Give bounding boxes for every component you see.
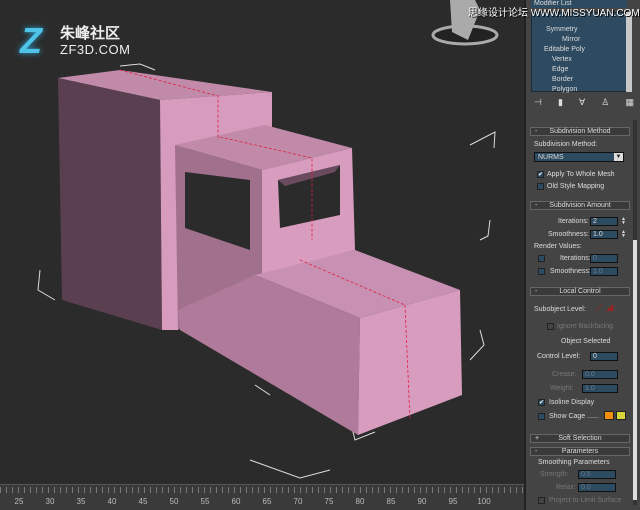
rollout-local-control[interactable]: - Local Control <box>530 287 630 296</box>
spinner-arrows-icon[interactable]: ▲ ▼ <box>621 217 626 226</box>
select-value: NURMS <box>538 154 564 161</box>
apply-whole-mesh-checkbox[interactable]: ✔ <box>537 171 544 178</box>
relax-label: Relax: <box>556 484 576 491</box>
tick-label: 30 <box>45 497 55 506</box>
chevron-down-icon: ▼ <box>614 153 623 161</box>
show-cage-checkbox[interactable] <box>538 413 545 420</box>
cage-color-swatch-2[interactable] <box>616 411 626 420</box>
old-style-mapping-label: Old Style Mapping <box>547 183 605 190</box>
show-cage-label: Show Cage ...... <box>549 413 599 420</box>
show-end-result-icon[interactable]: ▮ <box>558 97 563 109</box>
tick-label: 80 <box>355 497 365 506</box>
render-smoothness-label: Smoothness: <box>550 268 591 275</box>
smoothness-label: Smoothness: <box>548 231 589 238</box>
tick-label: 25 <box>14 497 24 506</box>
spinner-arrows-icon[interactable]: ▲ ▼ <box>621 230 626 239</box>
iterations-label: Iterations: <box>558 218 589 225</box>
rollout-title: Subdivision Method <box>549 128 611 135</box>
tick-label: 60 <box>231 497 241 506</box>
pin-stack-icon[interactable]: ⊣ <box>534 97 542 109</box>
tick-label: 70 <box>293 497 303 506</box>
stack-scrollbar[interactable] <box>626 12 632 92</box>
rollout-subdivision-amount[interactable]: - Subdivision Amount <box>530 201 630 210</box>
crease-spinner[interactable]: 0.0 <box>582 370 618 379</box>
subobject-level-icons[interactable]: ⟋ ◢ <box>596 303 614 314</box>
tick-label: 90 <box>417 497 427 506</box>
watermark-text: 思缘设计论坛 WWW.MISSYUAN.COM <box>468 8 640 19</box>
mesh-model <box>37 63 496 479</box>
render-values-label: Render Values: <box>534 243 582 250</box>
rollout-subdivision-method[interactable]: - Subdivision Method <box>530 127 630 136</box>
site-logo: Z 朱峰社区 ZF3D.COM <box>20 20 150 61</box>
stack-item-edge[interactable]: Edge <box>552 66 568 73</box>
tick-label: 75 <box>324 497 334 506</box>
scrollbar-thumb[interactable] <box>633 240 637 500</box>
timeline-ticks <box>0 487 524 493</box>
iterations-spinner[interactable]: 2 <box>590 217 618 226</box>
isoline-display-checkbox[interactable]: ✔ <box>538 399 545 406</box>
make-unique-icon[interactable]: ∀ <box>579 97 585 109</box>
smoothing-parameters-label: Smoothing Parameters <box>538 459 610 466</box>
tick-label: 95 <box>448 497 458 506</box>
tick-label: 65 <box>262 497 272 506</box>
stack-item-vertex[interactable]: Vertex <box>552 56 572 63</box>
configure-sets-icon[interactable]: ▦ <box>625 97 634 109</box>
cage-color-swatch-1[interactable] <box>604 411 614 420</box>
rollout-soft-selection[interactable]: + Soft Selection <box>530 434 630 443</box>
control-level-spinner[interactable]: 0 <box>590 352 618 361</box>
render-iterations-label: Iterations: <box>560 255 591 262</box>
ignore-backfacing-label: Ignore Backfacing <box>557 323 614 330</box>
stack-item-editable-poly[interactable]: Editable Poly <box>544 46 585 53</box>
strength-label: Strength: <box>540 471 569 478</box>
stack-item-polygon[interactable]: Polygon <box>552 86 577 93</box>
rollout-parameters[interactable]: - Parameters <box>530 447 630 456</box>
subobject-level-label: Subobject Level: <box>534 306 586 313</box>
logo-glyph: Z <box>20 20 42 61</box>
smoothness-spinner[interactable]: 1.0 <box>590 230 618 239</box>
rollout-title: Parameters <box>561 448 599 455</box>
modify-panel: Modifier List Symmetry Mirror Editable P… <box>524 0 640 510</box>
isoline-display-label: Isoline Display <box>549 399 595 406</box>
crease-label: Crease: <box>552 371 577 378</box>
tick-label: 85 <box>386 497 396 506</box>
weight-label: Weight: <box>550 385 574 392</box>
relax-spinner[interactable]: 0.0 <box>578 483 616 492</box>
stack-toolbar: ⊣ ▮ ∀ ♙ ▦ <box>534 97 634 109</box>
render-iterations-spinner[interactable]: 0 <box>590 254 618 263</box>
remove-modifier-icon[interactable]: ♙ <box>601 97 609 109</box>
panel-scrollbar[interactable] <box>633 120 637 505</box>
timeline-ruler[interactable]: 25 30 35 40 45 50 55 60 65 70 75 80 85 9… <box>0 484 524 510</box>
strength-spinner[interactable]: 0.5 <box>578 470 616 479</box>
subdivision-method-label: Subdivision Method: <box>534 141 598 148</box>
logo-en-text: ZF3D.COM <box>60 42 131 57</box>
tick-label: 100 <box>477 497 491 506</box>
render-iterations-checkbox[interactable] <box>538 255 545 262</box>
stack-item-mirror[interactable]: Mirror <box>562 36 580 43</box>
rollout-title: Local Control <box>559 288 601 295</box>
tick-label: 55 <box>200 497 210 506</box>
weight-spinner[interactable]: 1.0 <box>582 384 618 393</box>
render-smoothness-checkbox[interactable] <box>538 268 545 275</box>
tick-label: 40 <box>107 497 117 506</box>
tick-label: 45 <box>138 497 148 506</box>
ignore-backfacing-checkbox[interactable] <box>547 323 554 330</box>
modifier-stack[interactable]: Symmetry Mirror Editable Poly Vertex Edg… <box>531 12 627 93</box>
apply-whole-mesh-label: Apply To Whole Mesh <box>547 171 615 178</box>
tick-label: 50 <box>169 497 179 506</box>
stack-item-symmetry[interactable]: Symmetry <box>546 26 578 33</box>
object-selected-status: Object Selected <box>561 338 611 345</box>
old-style-mapping-checkbox[interactable] <box>537 183 544 190</box>
project-limit-label: Project to Limit Surface <box>549 497 622 504</box>
perspective-viewport[interactable]: Z 朱峰社区 ZF3D.COM <box>0 0 524 484</box>
control-level-label: Control Level: <box>537 353 581 360</box>
stack-item-border[interactable]: Border <box>552 76 573 83</box>
tick-label: 35 <box>76 497 86 506</box>
logo-cn-text: 朱峰社区 <box>60 25 121 42</box>
render-smoothness-spinner[interactable]: 1.0 <box>590 267 618 276</box>
project-limit-checkbox[interactable] <box>538 497 545 504</box>
subdivision-method-select[interactable]: NURMS ▼ <box>534 152 624 162</box>
rollout-title: Subdivision Amount <box>549 202 611 209</box>
rollout-title: Soft Selection <box>558 435 602 442</box>
